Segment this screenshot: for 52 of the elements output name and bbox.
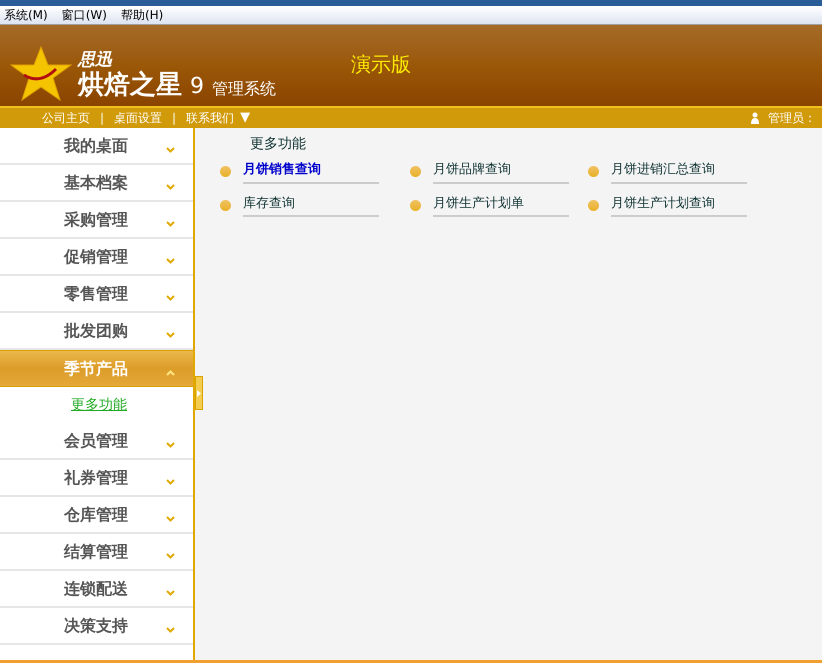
- chevron-down-icon: [166, 184, 175, 190]
- sidebar-item[interactable]: 仓库管理: [0, 497, 193, 534]
- chevron-up-icon: [166, 370, 175, 376]
- bullet-icon: [588, 200, 599, 211]
- bullet-icon: [410, 166, 421, 178]
- chevron-down-icon: [166, 146, 175, 152]
- chevron-down-icon: [166, 332, 175, 338]
- function-link[interactable]: 月饼生产计划查询: [611, 194, 747, 217]
- brand-name: 思迅: [78, 50, 114, 70]
- menu-item[interactable]: 窗口(W): [62, 6, 107, 24]
- sidebar-item[interactable]: 决策支持: [0, 608, 193, 645]
- chevron-down-icon: [166, 590, 175, 596]
- function-link[interactable]: 库存查询: [243, 194, 379, 217]
- sidebar-item[interactable]: 结算管理: [0, 534, 193, 571]
- function-link[interactable]: 月饼生产计划单: [433, 194, 569, 217]
- chevron-down-icon: [166, 220, 175, 226]
- user-icon: [750, 112, 760, 124]
- chevron-down-icon: [166, 626, 175, 632]
- user-label: 管理员：: [768, 110, 817, 127]
- bullet-icon: [220, 166, 231, 178]
- separator: |: [172, 110, 176, 127]
- chevron-down-icon: [166, 294, 175, 300]
- menu-item[interactable]: 帮助(H): [120, 6, 164, 24]
- version-number: 9: [190, 74, 204, 100]
- subtitle: 管理系统: [212, 78, 276, 100]
- bullet-icon: [220, 200, 231, 211]
- separator: |: [100, 110, 104, 127]
- function-link[interactable]: 月饼品牌查询: [433, 160, 569, 184]
- function-link[interactable]: 月饼进销汇总查询: [611, 160, 747, 184]
- arrow-icon: [197, 390, 201, 396]
- sidebar-item[interactable]: 会员管理: [0, 423, 193, 460]
- sidebar-item[interactable]: 基本档案: [0, 165, 193, 202]
- sidebar-item[interactable]: 我的桌面: [0, 128, 193, 165]
- chevron-down-icon: [166, 478, 175, 484]
- bullet-icon: [410, 200, 421, 211]
- chevron-down-icon: [166, 516, 175, 522]
- chevron-down-icon: [166, 442, 175, 448]
- sidebar-item[interactable]: 礼券管理: [0, 460, 193, 497]
- sidebar-item[interactable]: 零售管理: [0, 276, 193, 313]
- chevron-down-icon: [166, 258, 175, 264]
- collapse-handle[interactable]: [195, 376, 203, 410]
- chevron-down-icon: [166, 552, 175, 558]
- sidebar-item[interactable]: 采购管理: [0, 202, 193, 239]
- function-link[interactable]: 月饼销售查询: [243, 160, 379, 184]
- section-title: 更多功能: [250, 135, 307, 154]
- menu-item[interactable]: 系统(M): [4, 6, 48, 24]
- edition-label: 演示版: [351, 51, 411, 78]
- star-logo-icon: [10, 45, 72, 101]
- product-name: 烘焙之星: [78, 70, 182, 100]
- sidebar-item[interactable]: 连锁配送: [0, 571, 193, 608]
- sidebar-item[interactable]: 促销管理: [0, 239, 193, 276]
- bullet-icon: [588, 166, 599, 178]
